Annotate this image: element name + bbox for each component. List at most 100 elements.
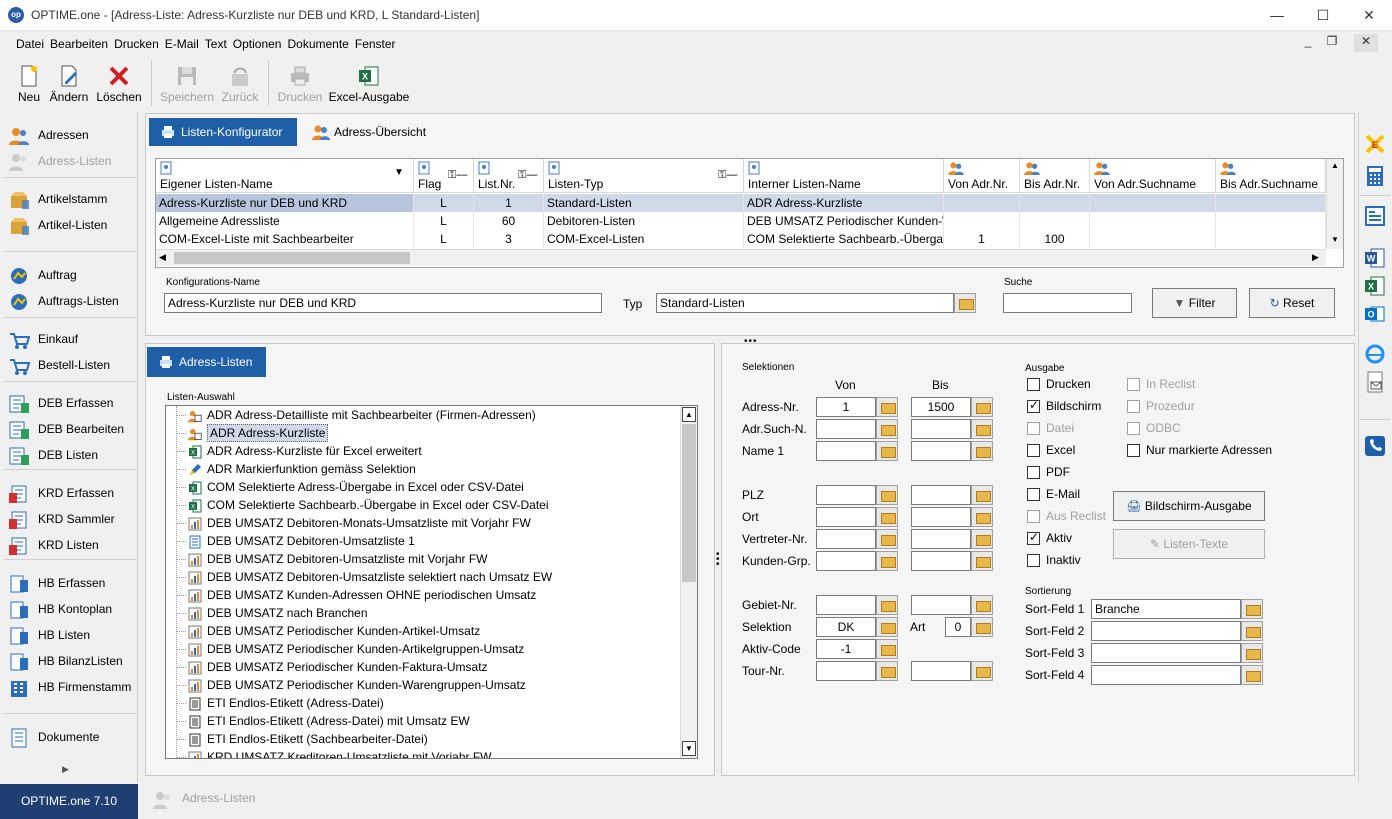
scroll-left-icon[interactable]: ◀ [159,252,166,263]
sort-field-folder-button[interactable] [1241,643,1263,663]
reset-button[interactable]: ↻ Reset [1249,288,1335,318]
tab-listen-konfigurator[interactable]: Listen-Konfigurator [149,118,297,146]
selection-to-input[interactable] [911,419,971,439]
selection-from-input[interactable]: DK [816,617,876,637]
selection-to-folder-button[interactable] [971,595,993,615]
selection-from-folder-button[interactable] [876,617,898,637]
selection-to-input[interactable] [911,485,971,505]
sidebar-expand-icon[interactable]: ▶ [62,764,69,775]
output-checkbox-excel[interactable]: Excel [1027,443,1122,459]
sidebar-item-hb-bilanzlisten[interactable]: HB BilanzListen [8,649,136,673]
menu-item[interactable]: Fenster [352,33,399,55]
close-all-icon[interactable]: E [1363,132,1387,156]
selection-to-input[interactable] [911,441,971,461]
selection-from-folder-button[interactable] [876,419,898,439]
selection-from-folder-button[interactable] [876,661,898,681]
column-header[interactable]: ▼ Eigener Listen-Name [156,159,414,193]
sort-field-input[interactable]: Branche [1091,599,1241,619]
search-input[interactable] [1003,293,1132,313]
table-row[interactable]: COM-Excel-Liste mit Sachbearbeiter L 3 COM-… [156,230,1326,248]
selection-to-input[interactable] [911,661,971,681]
config-name-input[interactable]: Adress-Kurzliste nur DEB und KRD [164,293,602,313]
selection-to-folder-button[interactable] [971,441,993,461]
list-item[interactable]: ADR Markierfunktion gemäss Selektion [188,460,416,478]
selection-to-folder-button[interactable] [971,419,993,439]
sidebar-item-auftrags-listen[interactable]: Auftrags-Listen [8,289,136,313]
scroll-down-icon[interactable]: ▼ [1331,235,1339,244]
output-checkbox-drucken[interactable]: Drucken [1027,377,1122,393]
back-button[interactable]: Zurück [218,60,262,108]
selection-from-input[interactable]: -1 [816,639,876,659]
column-header[interactable]: Von Adr.Nr. [944,159,1020,193]
list-item[interactable]: X COM Selektierte Adress-Übergabe in Exce… [188,478,524,496]
form-icon[interactable] [1363,204,1387,228]
menu-item[interactable]: Datei [13,33,47,55]
sort-field-input[interactable] [1091,621,1241,641]
sidebar-item-einkauf[interactable]: Einkauf [8,327,136,351]
output-checkbox-aktiv[interactable]: Aktiv [1027,530,1122,547]
outlook-icon[interactable]: O [1363,302,1387,326]
browser-icon[interactable] [1363,342,1387,366]
phone-icon[interactable] [1363,434,1387,458]
selection-from-folder-button[interactable] [876,551,898,571]
list-item[interactable]: X COM Selektierte Sachbearb.-Übergabe in … [188,496,549,514]
scroll-up-icon[interactable]: ▲ [682,407,696,422]
selection-to-input[interactable] [911,551,971,571]
output-checkbox-aus-reclist[interactable]: Aus Reclist [1027,509,1122,525]
tab-adress-listen[interactable]: Adress-Listen [147,347,266,377]
scroll-down-icon[interactable]: ▼ [682,741,696,756]
list-item[interactable]: X ADR Adress-Kurzliste für Excel erweiter… [188,442,422,460]
output-checkbox-odbc[interactable]: ODBC [1127,421,1287,437]
list-item[interactable]: ETI Endlos-Etikett (Sachbearbeiter-Datei… [188,730,428,748]
output-checkbox-in-reclist[interactable]: In Reclist [1127,377,1287,393]
selection-from-input[interactable]: 1 [816,397,876,417]
selection-from-folder-button[interactable] [876,485,898,505]
sidebar-item-deb-listen[interactable]: DEB Listen [8,443,136,467]
selection-from-input[interactable] [816,661,876,681]
list-item[interactable]: DEB UMSATZ Periodischer Kunden-Artikel-U… [188,622,480,640]
selection-to-input[interactable] [911,507,971,527]
selection-to-folder-button[interactable] [971,661,993,681]
selection-to-folder-button[interactable] [971,529,993,549]
output-checkbox-bildschirm[interactable]: Bildschirm [1027,398,1122,415]
splitter-handle-icon[interactable]: ••• [716,550,720,570]
output-checkbox-prozedur[interactable]: Prozedur [1127,399,1287,415]
sidebar-item-hb-erfassen[interactable]: HB Erfassen [8,571,136,595]
selection-from-folder-button[interactable] [876,397,898,417]
sidebar-item-artikelstamm[interactable]: Artikelstamm [8,187,136,211]
sidebar-item-dokumente[interactable]: Dokumente [8,725,136,749]
edit-button[interactable]: Ändern [48,60,90,108]
menu-item[interactable]: Drucken [111,33,162,55]
maximize-icon[interactable]: ☐ [1300,0,1346,31]
grid-horizontal-scrollbar[interactable]: ◀ ▶ [156,249,1326,266]
list-item[interactable]: DEB UMSATZ nach Branchen [188,604,368,622]
sort-field-input[interactable] [1091,665,1241,685]
output-checkbox-nur-markierte-adressen[interactable]: Nur markierte Adressen [1127,443,1287,459]
close-icon[interactable]: ✕ [1346,0,1392,31]
list-item[interactable]: DEB UMSATZ Periodischer Kunden-Warengrup… [188,676,526,694]
scroll-thumb[interactable] [682,424,696,582]
selection-to-folder-button[interactable] [971,397,993,417]
list-item[interactable]: ADR Adress-Kurzliste [188,424,329,442]
selection-to-input[interactable]: 1500 [911,397,971,417]
output-checkbox-pdf[interactable]: PDF [1027,465,1122,481]
mdi-minimize-icon[interactable]: _ [1296,34,1320,52]
sort-field-input[interactable] [1091,643,1241,663]
calculator-icon[interactable] [1363,164,1387,188]
selection-from-folder-button[interactable] [876,639,898,659]
sidebar-item-hb-kontoplan[interactable]: HB Kontoplan [8,597,136,621]
selection-to-folder-button[interactable] [971,507,993,527]
list-vertical-scrollbar[interactable]: ▲ ▼ [680,406,697,758]
mail-document-icon[interactable] [1363,370,1387,394]
sidebar-item-hb-listen[interactable]: HB Listen [8,623,136,647]
sort-desc-icon[interactable]: ▼ [394,167,404,178]
selection-from-input[interactable] [816,551,876,571]
list-item[interactable]: ETI Endlos-Etikett (Adress-Datei) mit Um… [188,712,470,730]
list-config-grid[interactable]: ▼ Eigener Listen-Name ⚿— Flag ⚿— List.Nr. ⚿— Li… [155,158,1344,268]
selection-from-folder-button[interactable] [876,595,898,615]
scroll-right-icon[interactable]: ▶ [1312,252,1319,263]
excel-icon[interactable]: X [1363,274,1387,298]
list-selection-listbox[interactable]: ADR Adress-Detailliste mit Sachbearbeite… [165,405,698,759]
print-button[interactable]: Drucken [276,60,324,108]
sidebar-item-adressen[interactable]: Adressen [8,123,136,147]
